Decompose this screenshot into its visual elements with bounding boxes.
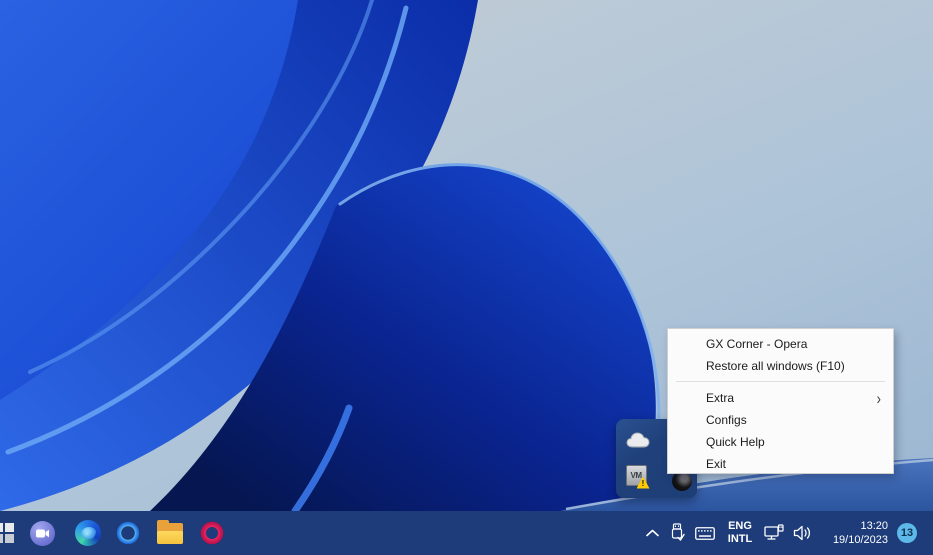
- edge-browser-button[interactable]: [74, 519, 102, 547]
- usb-eject-icon: [670, 523, 685, 543]
- folder-icon: [157, 523, 183, 544]
- clock-time: 13:20: [860, 519, 888, 533]
- menu-item-gx-corner[interactable]: GX Corner - Opera: [668, 333, 893, 355]
- tray-context-menu: GX Corner - Opera Restore all windows (F…: [667, 328, 894, 474]
- volume-button[interactable]: [788, 513, 816, 553]
- ethernet-network-icon: [764, 524, 784, 542]
- menu-item-quick-help[interactable]: Quick Help: [668, 431, 893, 453]
- touch-keyboard-button[interactable]: [690, 513, 720, 553]
- chevron-up-icon: [646, 529, 659, 537]
- opera-gx-button[interactable]: [198, 519, 226, 547]
- opera-gx-icon: [200, 521, 224, 545]
- menu-item-exit[interactable]: Exit: [668, 453, 893, 475]
- chat-button[interactable]: [28, 519, 56, 547]
- language-indicator[interactable]: ENG INTL: [720, 513, 760, 553]
- network-button[interactable]: [760, 513, 788, 553]
- cortana-ring-icon: [116, 521, 140, 545]
- language-line1: ENG: [728, 520, 752, 533]
- menu-item-restore-all-windows[interactable]: Restore all windows (F10): [668, 355, 893, 377]
- menu-item-extra[interactable]: Extra ›: [668, 387, 893, 409]
- start-button[interactable]: [0, 519, 18, 547]
- desktop-screen: VM ! GX Corner - Opera Restore all windo…: [0, 0, 933, 555]
- keyboard-icon: [695, 527, 715, 540]
- clock-date: 19/10/2023: [833, 533, 888, 547]
- video-chat-icon: [30, 521, 55, 546]
- onedrive-cloud-icon[interactable]: [625, 429, 651, 449]
- windows-logo-icon: [0, 523, 14, 543]
- edge-icon: [75, 520, 101, 546]
- taskbar: ENG INTL: [0, 511, 933, 555]
- file-explorer-button[interactable]: [156, 519, 184, 547]
- menu-item-configs[interactable]: Configs: [668, 409, 893, 431]
- cortana-button[interactable]: [114, 519, 142, 547]
- language-line2: INTL: [728, 533, 752, 546]
- safely-remove-hardware-button[interactable]: [664, 513, 690, 553]
- menu-separator: [676, 381, 885, 382]
- vm-icon-label: VM: [631, 471, 642, 480]
- show-hidden-icons-button[interactable]: [640, 513, 664, 553]
- notification-count-badge[interactable]: 13: [897, 523, 917, 543]
- speaker-icon: [793, 525, 812, 541]
- system-tray: ENG INTL: [640, 511, 933, 555]
- vm-warning-icon[interactable]: VM !: [625, 464, 647, 486]
- submenu-arrow-icon: ›: [877, 390, 881, 406]
- clock[interactable]: 13:20 19/10/2023: [816, 513, 892, 553]
